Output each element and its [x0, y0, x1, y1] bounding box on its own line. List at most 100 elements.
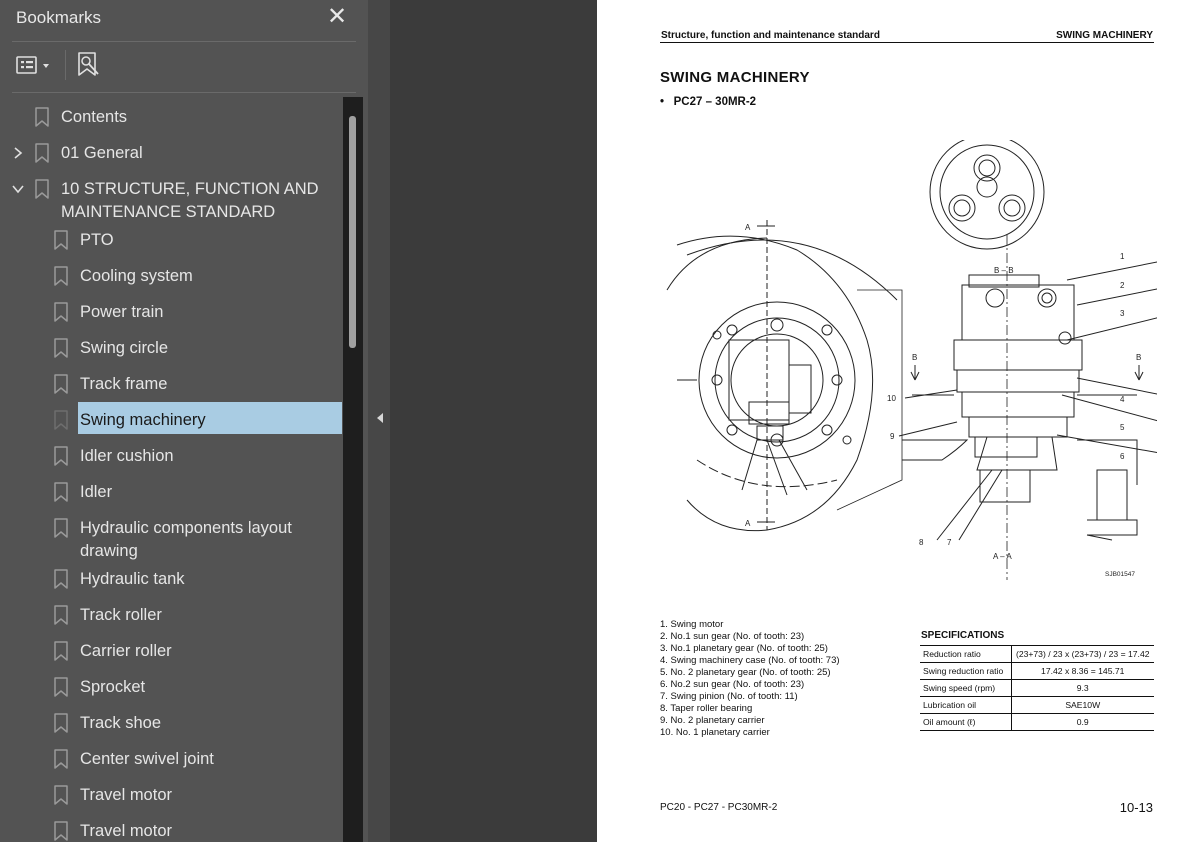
bookmark-icon: [54, 266, 68, 286]
spec-value: SAE10W: [1011, 696, 1154, 714]
bookmark-item-center-swivel-joint[interactable]: Center swivel joint: [0, 741, 342, 773]
bookmark-label: Sprocket: [80, 678, 146, 696]
close-panel-button[interactable]: ✕: [324, 4, 350, 30]
scrollbar-thumb[interactable]: [349, 116, 356, 348]
bookmark-item-structure[interactable]: 10 STRUCTURE, FUNCTION AND MAINTENANCE S…: [0, 171, 342, 221]
bookmark-icon: [54, 374, 68, 394]
bookmark-label: Cooling system: [80, 267, 193, 285]
list-item: 5. No. 2 planetary gear (No. of tooth: 2…: [660, 667, 831, 678]
bookmark-item-idler-cushion[interactable]: Idler cushion: [0, 438, 342, 470]
document-page: Structure, function and maintenance stan…: [597, 0, 1200, 842]
bookmark-icon: [54, 605, 68, 625]
bookmark-options-button[interactable]: [14, 52, 58, 80]
bookmarks-toolbar: [0, 44, 368, 88]
parts-list: 1. Swing motor 2. No.1 sun gear (No. of …: [660, 619, 840, 739]
bookmark-item-carrier-roller[interactable]: Carrier roller: [0, 633, 342, 665]
bookmark-item-hydraulic-layout[interactable]: Hydraulic components layout drawing: [0, 510, 342, 560]
bookmark-icon: [54, 677, 68, 697]
bookmark-item-power-train[interactable]: Power train: [0, 294, 342, 326]
bookmark-icon: [54, 338, 68, 358]
bookmark-icon: [54, 569, 68, 589]
section-marker-a-bottom: A: [745, 519, 751, 528]
bookmark-item-track-shoe[interactable]: Track shoe: [0, 705, 342, 737]
page-footer-models: PC20 - PC27 - PC30MR-2: [660, 802, 778, 813]
spec-key: Swing reduction ratio: [920, 662, 1012, 680]
bookmark-icon: [54, 518, 68, 538]
bookmark-item-track-roller[interactable]: Track roller: [0, 597, 342, 629]
toolbar-divider: [65, 50, 66, 80]
bookmark-item-swing-circle[interactable]: Swing circle: [0, 330, 342, 362]
find-bookmark-button[interactable]: [74, 50, 102, 80]
bookmark-label: Idler: [80, 483, 113, 501]
collapse-panel-button[interactable]: [374, 410, 386, 426]
model-label: PC27 – 30MR-2: [673, 96, 757, 108]
chevron-down-icon[interactable]: [11, 182, 25, 196]
bookmark-item-general[interactable]: 01 General: [0, 135, 342, 167]
bookmark-item-swing-machinery[interactable]: Swing machinery: [0, 402, 342, 434]
bookmark-item-contents[interactable]: Contents: [0, 99, 342, 131]
section-marker-b-right: B: [1136, 353, 1141, 362]
bookmark-icon: [54, 302, 68, 322]
bookmark-icon: [54, 749, 68, 769]
bookmark-item-track-frame[interactable]: Track frame: [0, 366, 342, 398]
bookmark-icon: [54, 713, 68, 733]
spec-key: Swing speed (rpm): [920, 679, 1012, 697]
swing-machinery-drawing: B – B A – A A A B B SJB01547 1 2 3 4 5 6…: [666, 140, 1157, 580]
callout-7: 7: [947, 538, 952, 547]
bookmark-icon: [35, 107, 49, 127]
callout-4: 4: [1120, 395, 1125, 404]
list-item: 6. No.2 sun gear (No. of tooth: 23): [660, 679, 805, 690]
bookmark-item-travel-motor[interactable]: Travel motor: [0, 777, 342, 809]
bookmarks-panel: Bookmarks ✕ Contents 01 General 10 STRUC…: [0, 0, 368, 842]
list-item: 2. No.1 sun gear (No. of tooth: 23): [660, 631, 805, 642]
section-bb-label: B – B: [994, 266, 1014, 275]
table-row: Swing speed (rpm) 9.3: [920, 679, 1154, 697]
running-header-left: Structure, function and maintenance stan…: [661, 30, 880, 41]
callout-8: 8: [919, 538, 924, 547]
callout-2: 2: [1120, 281, 1125, 290]
figure-code: SJB01547: [1105, 571, 1135, 578]
list-item: 7. Swing pinion (No. of tooth: 11): [660, 691, 798, 702]
chevron-right-icon[interactable]: [11, 146, 25, 160]
bookmark-label: Carrier roller: [80, 642, 172, 660]
bookmark-icon: [35, 179, 49, 199]
bookmark-item-hydraulic-tank[interactable]: Hydraulic tank: [0, 561, 342, 593]
bookmark-label: Power train: [80, 303, 164, 321]
section-marker-a-top: A: [745, 223, 751, 232]
bookmark-label: Track roller: [80, 606, 162, 624]
specifications-heading: SPECIFICATIONS: [921, 630, 1005, 641]
bookmark-icon: [54, 410, 68, 430]
bookmark-icon: [54, 785, 68, 805]
list-item: 9. No. 2 planetary carrier: [660, 715, 765, 726]
bookmark-label: Idler cushion: [80, 447, 174, 465]
list-item: 1. Swing motor: [660, 619, 724, 630]
bookmark-item-sprocket[interactable]: Sprocket: [0, 669, 342, 701]
page-number: 10-13: [1119, 800, 1153, 815]
bookmark-search-icon: [78, 52, 99, 76]
bookmark-icon: [54, 446, 68, 466]
triangle-left-icon: [377, 413, 383, 423]
bookmark-item-cooling-system[interactable]: Cooling system: [0, 258, 342, 290]
bookmark-item-travel-motor[interactable]: Travel motor: [0, 813, 342, 842]
bookmark-item-pto[interactable]: PTO: [0, 222, 342, 254]
list-item: 8. Taper roller bearing: [660, 703, 753, 714]
section-aa-label: A – A: [993, 552, 1012, 561]
bookmark-icon: [54, 230, 68, 250]
bookmark-label: 01 General: [61, 144, 143, 162]
callout-9: 9: [890, 432, 895, 441]
spec-key: Oil amount (ℓ): [920, 713, 1012, 731]
callout-5: 5: [1120, 423, 1125, 432]
bookmark-label: Center swivel joint: [80, 750, 214, 768]
callout-1: 1: [1120, 252, 1125, 261]
bookmark-label: Track frame: [80, 375, 168, 393]
table-row: Oil amount (ℓ) 0.9: [920, 713, 1154, 731]
bookmark-label: Swing machinery: [80, 411, 206, 429]
plan-view: [666, 220, 903, 532]
list-item: 3. No.1 planetary gear (No. of tooth: 25…: [660, 643, 828, 654]
bookmark-item-idler[interactable]: Idler: [0, 474, 342, 506]
spec-key: Lubrication oil: [920, 696, 1012, 714]
bookmark-label: Travel motor: [80, 822, 172, 840]
bookmark-icon: [54, 821, 68, 841]
callout-3: 3: [1120, 309, 1125, 318]
section-marker-b-left: B: [912, 353, 917, 362]
